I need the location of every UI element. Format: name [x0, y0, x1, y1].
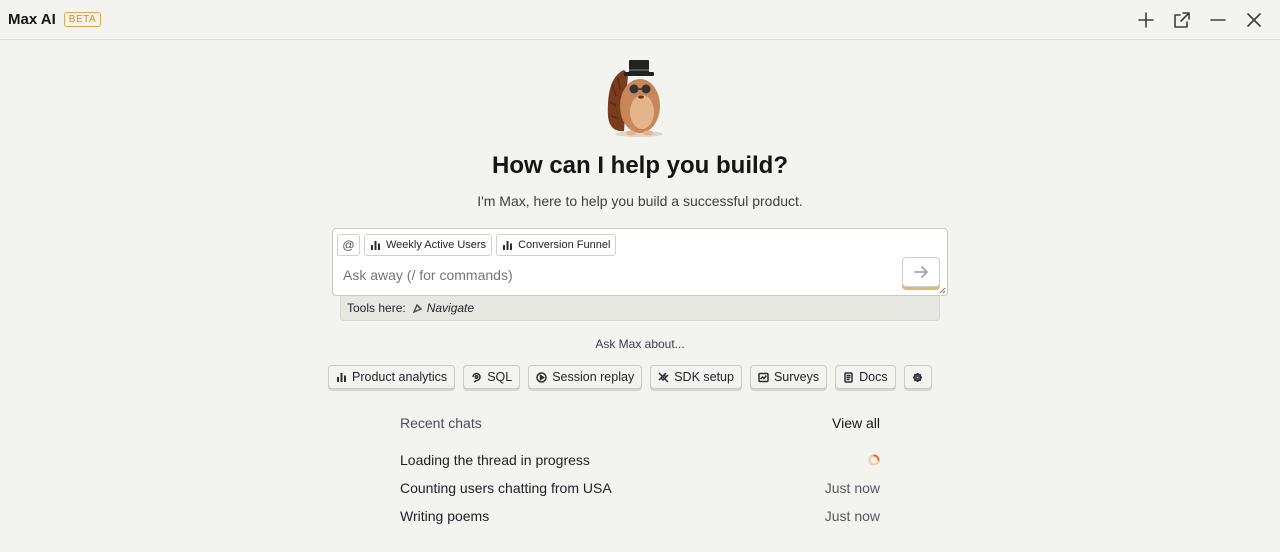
context-chip-conversion-funnel[interactable]: Conversion Funnel [496, 234, 617, 256]
suggestion-sql[interactable]: SQL [463, 365, 521, 389]
compass-icon [412, 303, 422, 313]
question-input-box[interactable]: @ Weekly Active Users Conversion Funnel [332, 228, 948, 296]
view-all-link[interactable]: View all [832, 415, 880, 431]
open-in-new-window-button[interactable] [1166, 4, 1198, 36]
suggestion-product-analytics[interactable]: Product analytics [328, 365, 456, 389]
minimize-button[interactable] [1202, 4, 1234, 36]
suggestion-label: SDK setup [674, 370, 734, 384]
window-actions [1130, 4, 1270, 36]
chat-row[interactable]: Loading the thread in progress [400, 446, 880, 474]
tool-navigate[interactable]: Navigate [412, 301, 474, 315]
chat-time: Just now [824, 508, 880, 524]
page-title: How can I help you build? [491, 152, 788, 179]
recent-chats-title: Recent chats [400, 415, 482, 431]
top-bar: Max AI BETA [0, 0, 1280, 40]
page-subtitle: I'm Max, here to help you build a succes… [477, 193, 803, 209]
tool-label: Navigate [426, 301, 475, 315]
suggestion-sdk-setup[interactable]: SDK setup [650, 365, 742, 389]
suggestion-pills: Product analytics SQL Session replay SDK… [328, 365, 932, 389]
bar-chart-icon [371, 240, 380, 250]
beta-badge: BETA [63, 12, 102, 27]
settings-button[interactable] [903, 365, 932, 389]
suggestion-label: Surveys [773, 370, 820, 384]
mention-button[interactable]: @ [337, 234, 360, 256]
recent-chats-header: Recent chats View all [400, 415, 880, 431]
document-icon [844, 371, 853, 383]
suggestion-label: Product analytics [352, 370, 448, 384]
question-input[interactable] [343, 267, 883, 283]
plus-icon [1138, 11, 1154, 28]
chat-title: Loading the thread in progress [400, 452, 590, 468]
chat-row[interactable]: Counting users chatting from USA Just no… [400, 474, 880, 502]
chat-time: Just now [824, 480, 880, 496]
send-button[interactable] [902, 257, 940, 287]
suggestion-docs[interactable]: Docs [835, 365, 896, 389]
suggestion-session-replay[interactable]: Session replay [528, 365, 643, 389]
recent-chats-list: Loading the thread in progress Counting … [400, 446, 880, 530]
open-in-new-icon [1174, 11, 1190, 28]
bar-chart-icon [337, 372, 346, 382]
suggestion-label: Docs [859, 370, 888, 384]
loading-spinner-icon [868, 454, 880, 466]
resize-handle-icon[interactable] [939, 287, 946, 294]
plug-icon [658, 371, 669, 383]
arrow-right-icon [914, 266, 928, 278]
minimize-icon [1210, 18, 1226, 21]
max-hedgehog-mascot [607, 60, 663, 137]
survey-icon [758, 372, 769, 382]
context-chip-weekly-active-users[interactable]: Weekly Active Users [364, 234, 493, 256]
play-icon [536, 371, 547, 383]
gear-icon [913, 372, 923, 382]
chat-row[interactable]: Writing poems Just now [400, 502, 880, 530]
chat-title: Writing poems [400, 508, 490, 524]
suggestion-label: Session replay [552, 370, 635, 384]
app-title: Max AI [8, 11, 56, 28]
close-button[interactable] [1238, 4, 1270, 36]
close-icon [1247, 12, 1261, 27]
tools-bar: Tools here: Navigate [340, 296, 940, 321]
suggestions-title: Ask Max about... [595, 337, 685, 351]
context-chip-label: Conversion Funnel [518, 239, 611, 251]
suggestion-surveys[interactable]: Surveys [749, 365, 828, 389]
brand: Max AI BETA [8, 11, 102, 28]
context-chip-label: Weekly Active Users [386, 239, 487, 251]
bar-chart-icon [503, 240, 513, 250]
suggestion-label: SQL [487, 370, 513, 384]
database-icon [472, 372, 481, 383]
chat-title: Counting users chatting from USA [400, 480, 612, 496]
new-chat-button[interactable] [1130, 4, 1162, 36]
tools-label: Tools here: [347, 301, 406, 315]
context-chips: @ Weekly Active Users Conversion Funnel [337, 234, 617, 256]
